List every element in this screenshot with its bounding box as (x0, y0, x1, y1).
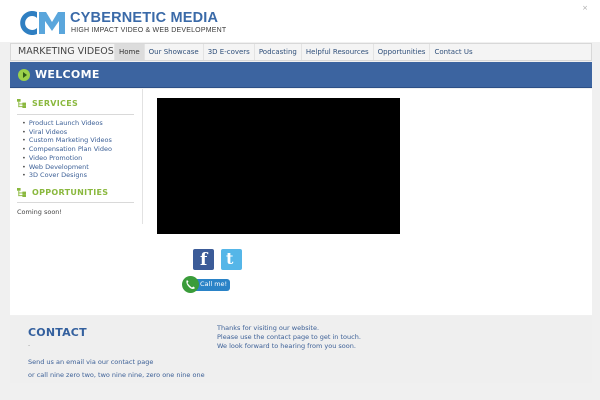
service-link[interactable]: Compensation Plan Video (22, 145, 112, 154)
content-panel: SERVICES Product Launch Videos Viral Vid… (10, 89, 592, 315)
nav-item-opportunities[interactable]: Opportunities (372, 44, 430, 60)
play-arrow-icon (18, 69, 30, 81)
thanks-line: Thanks for visiting our website. (217, 324, 320, 332)
site-header: CYBERNETIC MEDIA HIGH IMPACT VIDEO & WEB… (0, 0, 600, 42)
page: CYBERNETIC MEDIA HIGH IMPACT VIDEO & WEB… (0, 0, 600, 400)
nav-item-3d-ecovers[interactable]: 3D E-covers (202, 44, 254, 60)
opportunities-text: Coming soon! (17, 208, 63, 216)
footer: CONTACT - Send us an email via our conta… (10, 316, 592, 383)
nav-brand[interactable]: MARKETING VIDEOS (18, 46, 114, 57)
close-icon[interactable]: × (582, 4, 588, 12)
thanks-text: Thanks for visiting our website. Please … (217, 324, 361, 351)
phone-handset-icon (186, 280, 195, 289)
services-list: Product Launch Videos Viral Videos Custo… (22, 119, 112, 180)
contact-title: CONTACT (28, 326, 87, 339)
video-player[interactable] (157, 98, 400, 234)
divider (17, 202, 134, 203)
call-me-label: Call me! (200, 280, 228, 288)
facebook-glyph: f (200, 250, 208, 270)
service-link[interactable]: Product Launch Videos (22, 119, 112, 128)
services-title: SERVICES (32, 99, 79, 108)
contact-email-text[interactable]: Send us an email via our contact page (28, 358, 153, 366)
nav-item-contact-us[interactable]: Contact Us (429, 44, 476, 60)
nav-items: Home Our Showcase 3D E-covers Podcasting… (114, 44, 477, 60)
welcome-title: WELCOME (35, 68, 100, 81)
service-link[interactable]: Viral Videos (22, 128, 112, 137)
logo-subtitle: HIGH IMPACT VIDEO & WEB DEVELOPMENT (71, 27, 227, 34)
service-link[interactable]: 3D Cover Designs (22, 171, 112, 180)
service-link[interactable]: Custom Marketing Videos (22, 136, 112, 145)
tree-icon (17, 188, 26, 197)
facebook-icon[interactable]: f (193, 249, 214, 270)
services-heading: SERVICES (17, 99, 78, 108)
service-link[interactable]: Web Development (22, 163, 112, 172)
twitter-icon[interactable]: t (221, 249, 242, 270)
divider (17, 114, 134, 115)
thanks-line: We look forward to hearing from you soon… (217, 342, 356, 350)
thanks-line: Please use the contact page to get in to… (217, 333, 361, 341)
nav-item-home[interactable]: Home (114, 44, 144, 60)
contact-phone-text: or call nine zero two, two nine nine, ze… (28, 371, 205, 379)
opportunities-title: OPPORTUNITIES (32, 188, 109, 197)
phone-icon (182, 276, 199, 293)
cm-logo-icon[interactable] (15, 8, 67, 38)
welcome-bar: WELCOME (10, 62, 592, 88)
nav-item-podcasting[interactable]: Podcasting (253, 44, 301, 60)
contact-dash: - (28, 342, 31, 349)
opportunities-heading: OPPORTUNITIES (17, 188, 108, 197)
nav-item-helpful-resources[interactable]: Helpful Resources (300, 44, 373, 60)
twitter-glyph: t (226, 249, 234, 268)
call-me-button[interactable]: Call me! (182, 276, 230, 293)
tree-icon (17, 99, 26, 108)
main-nav: MARKETING VIDEOS Home Our Showcase 3D E-… (10, 43, 592, 61)
nav-item-our-showcase[interactable]: Our Showcase (143, 44, 203, 60)
service-link[interactable]: Video Promotion (22, 154, 112, 163)
sidebar: SERVICES Product Launch Videos Viral Vid… (10, 89, 143, 224)
logo-title[interactable]: CYBERNETIC MEDIA (70, 10, 218, 26)
